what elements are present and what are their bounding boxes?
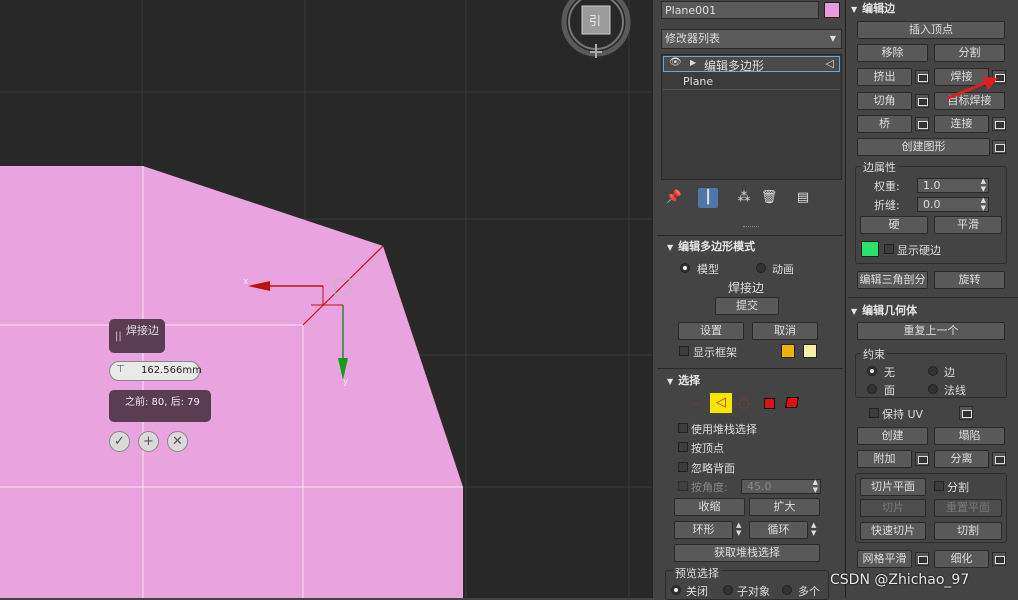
annotation-arrow: [947, 77, 998, 100]
watermark: CSDN @Zhichao_97: [830, 572, 970, 588]
